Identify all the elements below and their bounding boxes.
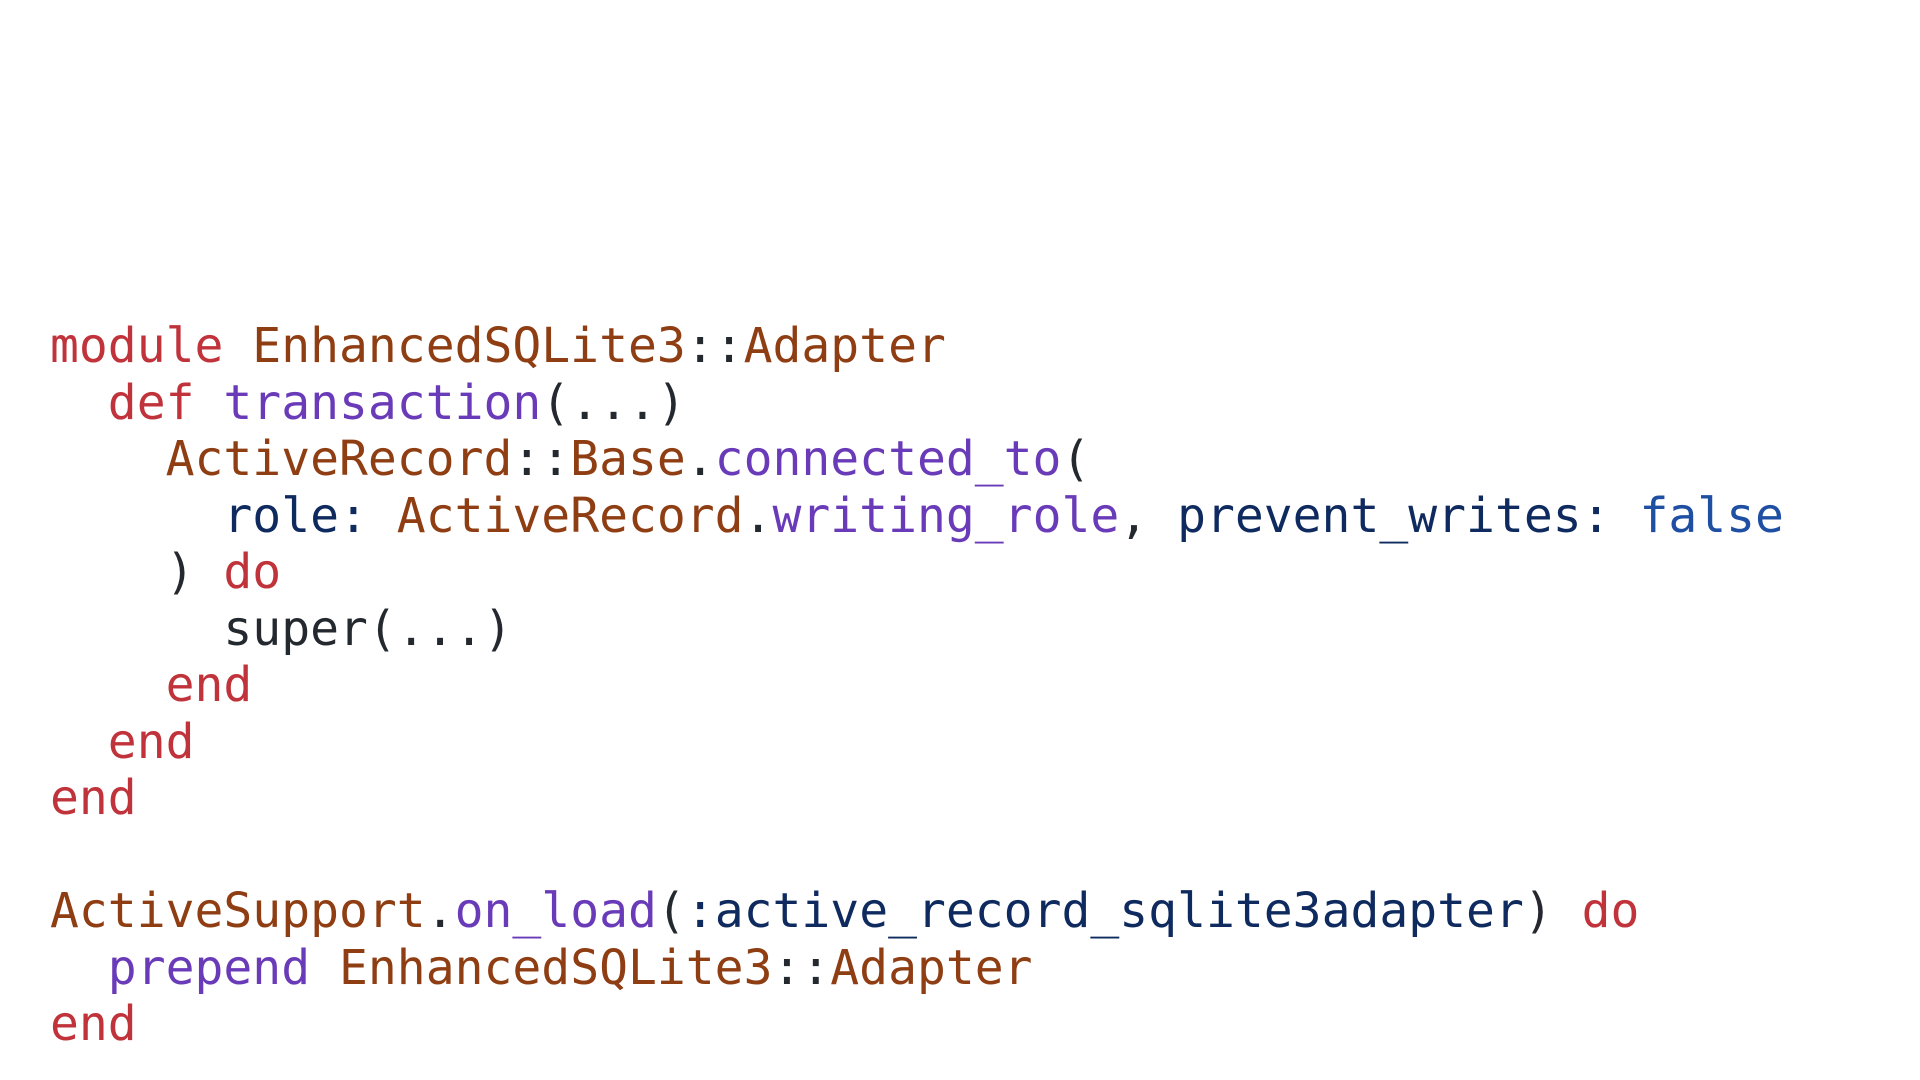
code-token: Adapter	[743, 318, 946, 374]
code-line: ) do	[50, 544, 1784, 601]
code-token: .	[425, 883, 455, 939]
code-token: EnhancedSQLite3	[252, 318, 686, 374]
code-token: role:	[223, 487, 368, 544]
code-token: )	[50, 544, 224, 600]
code-token: (	[1061, 431, 1091, 487]
code-token: def	[107, 374, 195, 431]
code-token: Base	[570, 431, 686, 487]
code-token: ::	[685, 318, 744, 374]
code-line: ActiveSupport.on_load(:active_record_sql…	[50, 883, 1784, 940]
code-token: do	[223, 544, 282, 600]
code-token: (...)	[541, 374, 686, 431]
code-line: ActiveRecord::Base.connected_to(	[50, 431, 1784, 488]
code-token: on_load	[454, 883, 657, 939]
code-token: false	[1639, 487, 1784, 544]
code-token: end	[50, 996, 137, 1052]
code-token: Adapter	[830, 939, 1033, 996]
code-token: (	[656, 883, 686, 939]
code-token: module	[50, 318, 224, 374]
code-token: connected_to	[714, 431, 1062, 487]
code-line: end	[50, 714, 1784, 771]
code-token: super(...)	[50, 600, 513, 657]
code-token: end	[107, 713, 195, 770]
code-line: role: ActiveRecord.writing_role, prevent…	[50, 488, 1784, 545]
code-line: super(...)	[50, 601, 1784, 658]
code-line: def transaction(...)	[50, 375, 1784, 432]
code-token: transaction	[223, 374, 542, 431]
code-line: module EnhancedSQLite3::Adapter	[50, 318, 1784, 375]
code-token: end	[50, 770, 137, 826]
code-line: end	[50, 996, 1784, 1053]
code-token: prepend	[107, 939, 311, 996]
code-line: end	[50, 770, 1784, 827]
code-token: prevent_writes:	[1177, 487, 1611, 544]
code-token: ::	[512, 431, 571, 487]
code-block: module EnhancedSQLite3::Adapter def tran…	[50, 318, 1784, 1053]
code-token: :active_record_sqlite3adapter	[685, 883, 1524, 939]
code-line: end	[50, 657, 1784, 714]
slide: module EnhancedSQLite3::Adapter def tran…	[0, 0, 1920, 1080]
code-token: ActiveRecord	[165, 431, 513, 487]
code-token: writing_role	[772, 487, 1120, 544]
code-token: )	[1523, 883, 1582, 939]
code-token: end	[165, 657, 253, 713]
code-token: ::	[772, 939, 831, 996]
code-line: ​	[50, 827, 1784, 884]
code-token: ActiveSupport	[50, 883, 426, 939]
code-token: .	[685, 431, 715, 487]
code-token: ActiveRecord	[396, 487, 744, 544]
code-line: prepend EnhancedSQLite3::Adapter	[50, 940, 1784, 997]
code-token: ,	[1119, 487, 1178, 544]
code-token: EnhancedSQLite3	[339, 939, 773, 996]
code-token: do	[1581, 883, 1640, 939]
code-token: .	[743, 487, 773, 544]
